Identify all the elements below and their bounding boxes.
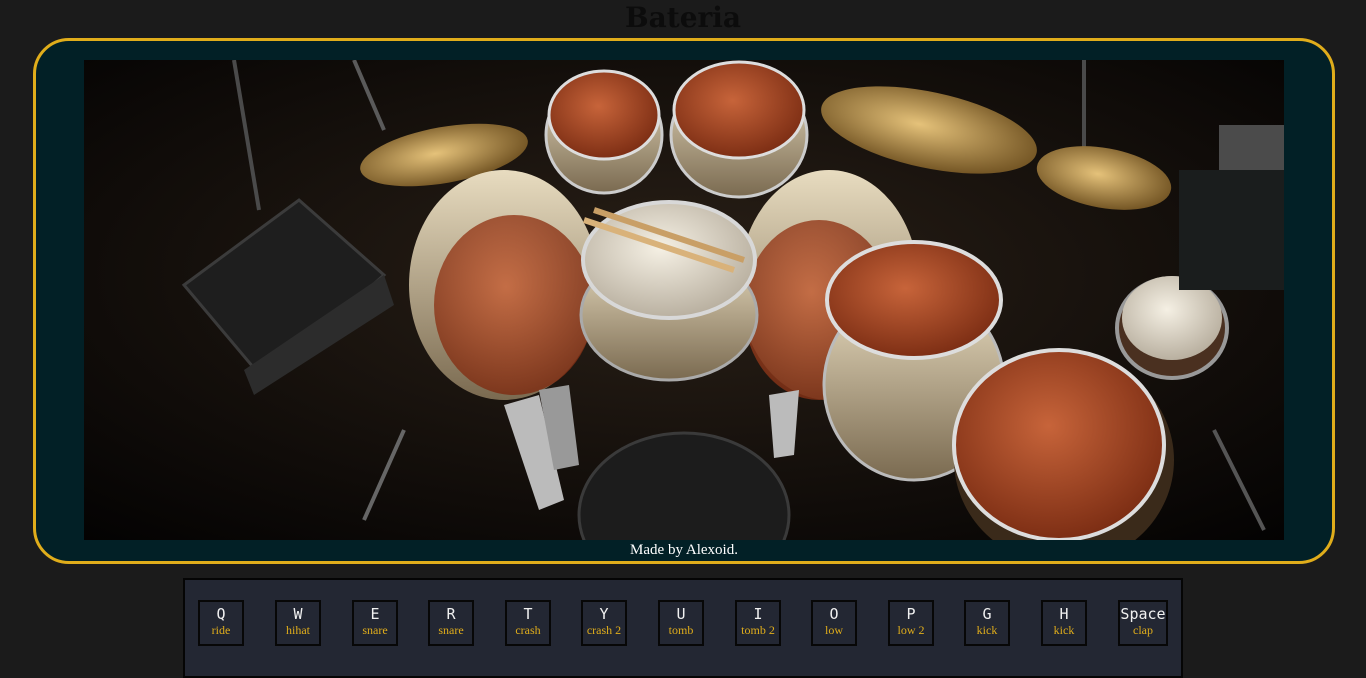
key-letter: Space — [1120, 605, 1166, 623]
drum-key-g[interactable]: G kick — [964, 600, 1010, 646]
key-letter: H — [1059, 605, 1069, 623]
key-letter: W — [293, 605, 303, 623]
key-sound-label: crash — [515, 623, 541, 637]
key-sound-label: clap — [1133, 623, 1153, 637]
key-letter: Q — [216, 605, 226, 623]
drum-key-r[interactable]: R snare — [428, 600, 474, 646]
key-letter: O — [829, 605, 839, 623]
key-sound-label: low — [825, 623, 843, 637]
key-letter: U — [676, 605, 686, 623]
key-letter: G — [982, 605, 992, 623]
drum-key-p[interactable]: P low 2 — [888, 600, 934, 646]
drum-key-e[interactable]: E snare — [352, 600, 398, 646]
drum-stage: Made by Alexoid. — [33, 38, 1335, 564]
page-title: Bateria — [624, 1, 742, 34]
drum-key-w[interactable]: W hihat — [275, 600, 321, 646]
key-letter: R — [446, 605, 456, 623]
drum-key-t[interactable]: T crash — [505, 600, 551, 646]
drum-key-y[interactable]: Y crash 2 — [581, 600, 627, 646]
drum-key-o[interactable]: O low — [811, 600, 857, 646]
drum-kit-illustration — [84, 60, 1284, 540]
key-letter: Y — [599, 605, 609, 623]
key-letter: P — [906, 605, 916, 623]
key-sound-label: kick — [1053, 623, 1075, 637]
drum-key-q[interactable]: Q ride — [198, 600, 244, 646]
key-sound-label: low 2 — [897, 623, 925, 637]
key-sound-label: snare — [362, 623, 388, 637]
credit-text: Made by Alexoid. — [630, 542, 738, 558]
drum-key-panel: Q ride W hihat E snare R snare T crash Y… — [183, 578, 1183, 678]
key-letter: T — [523, 605, 533, 623]
drum-kit-photo — [84, 60, 1284, 540]
key-sound-label: kick — [976, 623, 998, 637]
drum-key-h[interactable]: H kick — [1041, 600, 1087, 646]
key-sound-label: snare — [438, 623, 464, 637]
key-sound-label: crash 2 — [586, 623, 622, 637]
key-sound-label: ride — [211, 623, 231, 637]
key-sound-label: hihat — [286, 623, 310, 637]
key-sound-label: tomb 2 — [741, 623, 775, 637]
drum-key-i[interactable]: I tomb 2 — [735, 600, 781, 646]
key-letter: E — [370, 605, 380, 623]
drum-key-space[interactable]: Space clap — [1118, 600, 1168, 646]
key-letter: I — [753, 605, 763, 623]
key-sound-label: tomb — [668, 623, 694, 637]
drum-key-u[interactable]: U tomb — [658, 600, 704, 646]
